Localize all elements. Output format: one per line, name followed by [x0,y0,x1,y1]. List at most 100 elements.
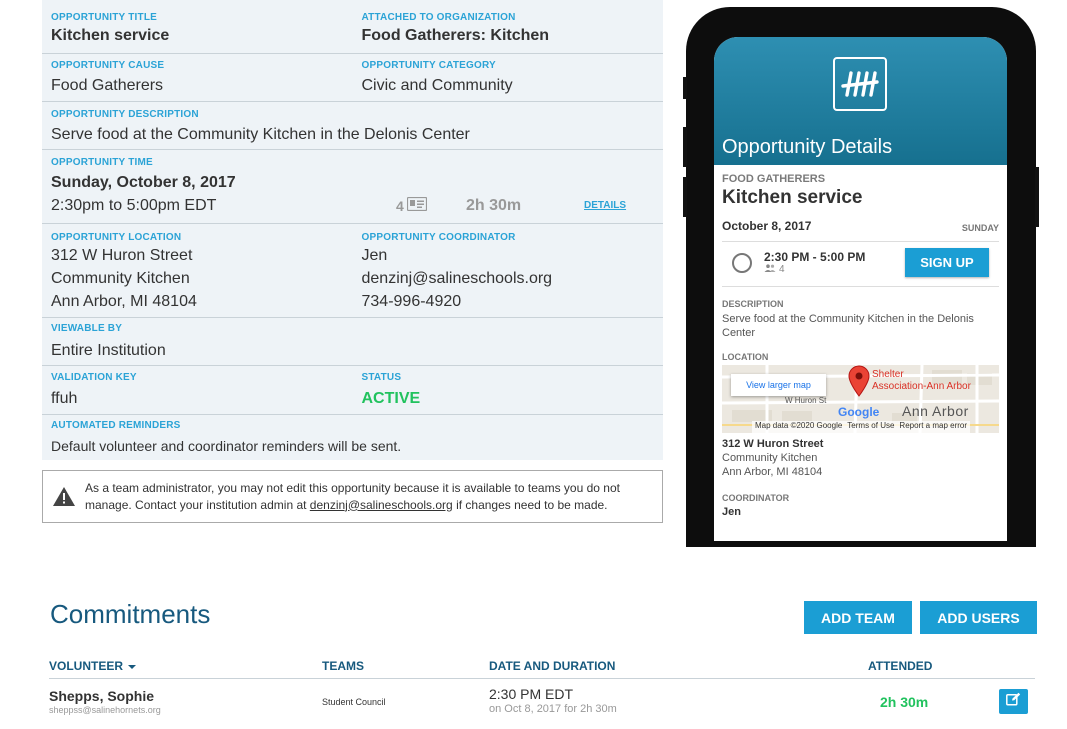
title-value: Kitchen service [51,27,170,44]
phone-coordinator-name: Jen [722,506,741,518]
category-field: OPPORTUNITY CATEGORY Civic and Community [353,54,664,101]
coordinator-label: OPPORTUNITY COORDINATOR [361,232,516,243]
date-duration-column-header: DATE AND DURATION [489,659,616,673]
add-users-button[interactable]: ADD USERS [920,601,1037,634]
coordinator-field: OPPORTUNITY COORDINATOR Jen denzinj@sali… [353,224,664,317]
commitment-time: 2:30 PM EDT [489,686,574,702]
table-row: Shepps, Sophie sheppss@salinehornets.org… [49,680,1035,729]
location-line3: Ann Arbor, MI 48104 [51,293,197,310]
phone-volume-down [683,177,687,217]
phone-body: FOOD GATHERERS Kitchen service October 8… [714,165,1007,519]
status-badge: ACTIVE [361,390,421,407]
volunteer-column-label: VOLUNTEER [49,659,124,673]
volunteer-column-header[interactable]: VOLUNTEER [49,659,137,673]
opportunity-details-panel: OPPORTUNITY TITLE Kitchen service ATTACH… [42,0,663,460]
volunteer-name[interactable]: Shepps, Sophie [49,688,154,704]
status-label: STATUS [361,372,402,383]
map-attribution: Map data ©2020 Google Terms of Use Repor… [752,421,971,433]
teams-column-header: TEAMS [322,659,364,673]
view-larger-map-button[interactable]: View larger map [731,374,826,396]
google-logo-text: Google [838,405,880,419]
phone-capacity-value: 4 [779,264,785,275]
phone-shift-row: 2:30 PM - 5:00 PM 4 SIGN UP [722,241,999,287]
notice-text: As a team administrator, you may not edi… [85,480,645,514]
sign-up-button[interactable]: SIGN UP [905,248,989,277]
title-label: OPPORTUNITY TITLE [51,12,157,23]
phone-shift-info: 2:30 PM - 5:00 PM 4 [764,250,894,275]
description-label: OPPORTUNITY DESCRIPTION [51,109,199,120]
warning-icon [43,486,85,507]
details-row-title: OPPORTUNITY TITLE Kitchen service ATTACH… [42,0,663,54]
time-range: 2:30pm to 5:00pm EDT [51,197,217,214]
commitments-title: Commitments [50,599,211,629]
location-map[interactable]: View larger map W Huron St Shelter Assoc… [722,365,999,433]
notice-text-after: if changes need to be made. [452,497,608,512]
phone-volume-up [683,127,687,167]
sort-caret-icon [128,664,137,669]
cause-field: OPPORTUNITY CAUSE Food Gatherers [42,54,353,101]
attended-hours: 2h 30m [880,694,929,710]
details-row-viewable: VIEWABLE BY Entire Institution [42,318,663,366]
map-city-label: Ann Arbor [902,403,969,419]
location-field: OPPORTUNITY LOCATION 312 W Huron Street … [42,224,353,317]
add-team-button[interactable]: ADD TEAM [804,601,912,634]
phone-address-line3: Ann Arbor, MI 48104 [722,466,823,478]
reminders-value: Default volunteer and coordinator remind… [51,438,402,454]
location-label: OPPORTUNITY LOCATION [51,232,182,243]
phone-description-label: DESCRIPTION [722,299,784,309]
category-value: Civic and Community [361,77,513,94]
map-report-link[interactable]: Report a map error [899,421,967,433]
commitments-table-header: VOLUNTEER TEAMS DATE AND DURATION ATTEND… [49,652,1035,679]
people-icon [764,264,776,275]
time-duration: 2h 30m [466,196,522,214]
map-pin-icon [848,365,870,402]
description-field: OPPORTUNITY DESCRIPTION Serve food at th… [42,102,663,149]
volunteer-email: sheppss@salinehornets.org [49,705,161,715]
cause-value: Food Gatherers [51,77,164,94]
phone-address-line2: Community Kitchen [722,452,818,464]
notice-email-link[interactable]: denzinj@salineschools.org [310,498,453,512]
phone-screen: Opportunity Details FOOD GATHERERS Kitch… [714,37,1007,541]
phone-shift-time: 2:30 PM - 5:00 PM [764,250,866,264]
capacity-value: 4 [396,197,404,214]
reminders-field: AUTOMATED REMINDERS Default volunteer an… [42,415,663,460]
validation-field: VALIDATION KEY ffuh [42,366,353,414]
time-details-link[interactable]: DETAILS [584,200,626,211]
app-preview-phone: Opportunity Details FOOD GATHERERS Kitch… [683,7,1039,547]
validation-value: ffuh [51,390,78,407]
phone-power-button [1035,167,1039,227]
details-row-validation: VALIDATION KEY ffuh STATUS ACTIVE [42,366,663,415]
phone-description: Serve food at the Community Kitchen in t… [722,313,974,339]
title-field: OPPORTUNITY TITLE Kitchen service [42,0,353,53]
map-street-label: W Huron St [785,396,827,405]
details-row-reminders: AUTOMATED REMINDERS Default volunteer an… [42,415,663,460]
app-logo-icon [833,57,887,111]
phone-header-title: Opportunity Details [722,136,893,158]
shift-select-radio[interactable] [732,252,752,273]
cause-label: OPPORTUNITY CAUSE [51,60,165,71]
coordinator-name: Jen [361,247,388,264]
edit-commitment-button[interactable] [999,689,1028,714]
phone-address-line1: 312 W Huron Street [722,438,824,450]
map-poi-line2: Association-Ann Arbor [872,381,971,392]
commitment-duration: on Oct 8, 2017 for 2h 30m [489,703,617,715]
phone-day: SUNDAY [961,223,999,233]
viewable-label: VIEWABLE BY [51,323,123,334]
phone-coordinator-label: COORDINATOR [722,493,790,503]
id-card-icon [406,196,427,214]
map-terms-link[interactable]: Terms of Use [847,421,894,433]
phone-opportunity-name: Kitchen service [722,187,863,208]
coordinator-phone: 734-996-4920 [361,293,462,310]
volunteer-team: Student Council [322,697,386,707]
org-field: ATTACHED TO ORGANIZATION Food Gatherers:… [353,0,664,53]
phone-shift-capacity: 4 [764,264,894,275]
category-label: OPPORTUNITY CATEGORY [361,60,496,71]
details-row-location: OPPORTUNITY LOCATION 312 W Huron Street … [42,224,663,318]
attended-column-header: ATTENDED [868,659,933,673]
edit-restriction-notice: As a team administrator, you may not edi… [42,470,663,523]
details-row-description: OPPORTUNITY DESCRIPTION Serve food at th… [42,102,663,150]
phone-header: Opportunity Details [714,37,1007,165]
phone-date-row: October 8, 2017 SUNDAY [722,219,999,233]
viewable-value: Entire Institution [51,342,166,359]
reminders-label: AUTOMATED REMINDERS [51,420,181,431]
